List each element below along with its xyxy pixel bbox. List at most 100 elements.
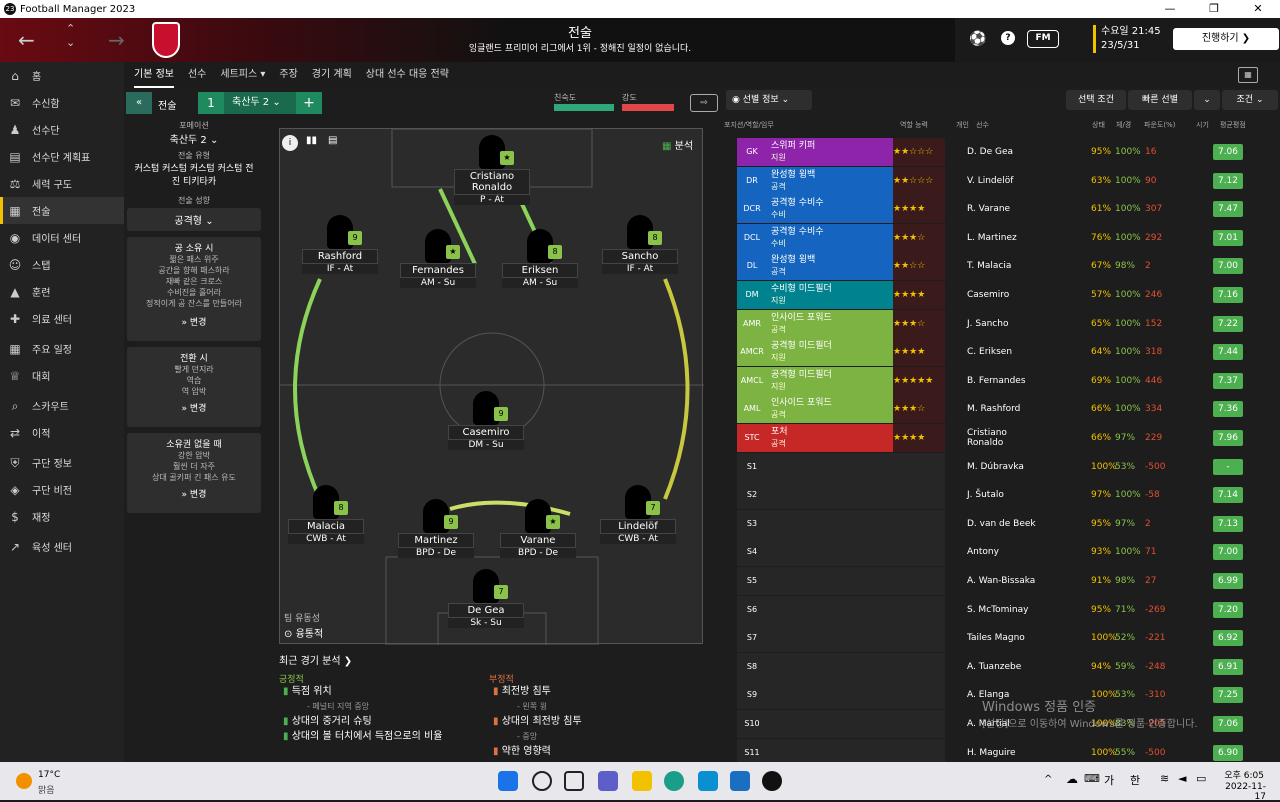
clock-time[interactable]: 오후 6:05 bbox=[1224, 768, 1264, 781]
pitch-player-card[interactable]: 7 Lindelöf CWB - At bbox=[600, 485, 676, 544]
role-cell[interactable] bbox=[767, 538, 893, 567]
edge-icon[interactable] bbox=[664, 771, 684, 791]
table-row[interactable]: S1 M. Dúbravka 100% 53% -500 - bbox=[737, 452, 1275, 481]
sidebar-item-home[interactable]: ⌂ 홈 bbox=[0, 62, 124, 89]
player-name[interactable]: J. Šutalo bbox=[967, 490, 1037, 500]
role-cell[interactable] bbox=[767, 710, 893, 738]
table-row[interactable]: S8 A. Tuanzebe 94% 59% -248 6.91 bbox=[737, 652, 1275, 681]
tab-2[interactable]: 세트피스 ▾ bbox=[220, 62, 265, 88]
player-name[interactable]: J. Sancho bbox=[967, 319, 1037, 329]
onedrive-icon[interactable]: ☁ bbox=[1066, 772, 1078, 786]
out-of-possession-change-button[interactable]: » 변경 bbox=[131, 487, 257, 500]
weather-icon[interactable] bbox=[16, 773, 32, 789]
player-name[interactable]: A. Tuanzebe bbox=[967, 662, 1037, 672]
role-cell[interactable]: 스위퍼 키퍼 지원 bbox=[767, 138, 893, 166]
conditions-dropdown[interactable]: 조건 ⌄ bbox=[1222, 90, 1278, 110]
info-icon[interactable]: i bbox=[282, 135, 298, 151]
column-header[interactable]: 평균평점 bbox=[1220, 120, 1246, 130]
player-name[interactable]: M. Rashford bbox=[967, 404, 1037, 414]
fm23-taskbar-icon[interactable] bbox=[762, 771, 782, 791]
pitch-player-card[interactable]: ★ Cristiano Ronaldo P - At bbox=[454, 135, 530, 205]
column-header[interactable]: 파운도(%) bbox=[1144, 120, 1175, 130]
sidebar-item-tactics[interactable]: ▦ 전술 bbox=[0, 197, 124, 224]
player-name[interactable]: H. Maguire bbox=[967, 748, 1037, 758]
table-row[interactable]: DL 완성형 윙백 공격 ★★☆☆ T. Malacia 67% 98% 2 7.00 bbox=[737, 252, 1275, 281]
table-row[interactable]: DCL 공격형 수비수 수비 ★★★☆ L. Martinez 76% 100% 292 7.0… bbox=[737, 223, 1275, 252]
role-cell[interactable] bbox=[767, 481, 893, 510]
chat-icon[interactable] bbox=[598, 771, 618, 791]
wifi-icon[interactable]: ≋ bbox=[1160, 772, 1169, 785]
fm-menu-button[interactable]: FM bbox=[1027, 30, 1059, 48]
volume-icon[interactable]: ◄ bbox=[1178, 772, 1186, 785]
sidebar-item-club-info[interactable]: ⛨ 구단 정보 bbox=[0, 449, 124, 476]
keyboard-icon[interactable]: ⌨ bbox=[1084, 772, 1100, 785]
role-cell[interactable] bbox=[767, 595, 893, 624]
search-icon[interactable] bbox=[532, 771, 552, 791]
pitch-player-card[interactable]: 7 De Gea Sk - Su bbox=[448, 569, 524, 628]
crest-icon[interactable]: ⚽ bbox=[969, 31, 986, 47]
sidebar-item-medical[interactable]: ✚ 의료 센터 bbox=[0, 305, 124, 332]
player-name[interactable]: L. Martinez bbox=[967, 233, 1037, 243]
player-name[interactable]: S. McTominay bbox=[967, 605, 1037, 615]
role-cell[interactable]: 완성형 윙백 공격 bbox=[767, 252, 893, 281]
table-row[interactable]: AMR 인사이드 포워드 공격 ★★★☆ J. Sancho 65% 100% 152 7.22 bbox=[737, 309, 1275, 338]
column-header[interactable]: 선수 bbox=[976, 120, 989, 130]
in-transition-change-button[interactable]: » 변경 bbox=[131, 401, 257, 414]
player-name[interactable]: D. van de Beek bbox=[967, 519, 1037, 529]
player-name[interactable]: A. Wan-Bissaka bbox=[967, 576, 1037, 586]
tab-5[interactable]: 상대 선수 대응 전략 bbox=[366, 62, 449, 88]
player-name[interactable]: B. Fernandes bbox=[967, 376, 1037, 386]
role-cell[interactable]: 완성형 윙백 공격 bbox=[767, 166, 893, 195]
swap-icon[interactable]: ⇨ bbox=[690, 94, 718, 112]
tab-4[interactable]: 경기 계획 bbox=[312, 62, 352, 88]
sidebar-item-squad[interactable]: ♟ 선수단 bbox=[0, 116, 124, 143]
role-cell[interactable]: 공격형 수비수 수비 bbox=[767, 195, 893, 224]
pitch-player-card[interactable]: 8 Malacia CWB - At bbox=[288, 485, 364, 544]
player-name[interactable]: M. Dúbravka bbox=[967, 462, 1037, 472]
sidebar-item-finance[interactable]: $ 재정 bbox=[0, 503, 124, 530]
table-row[interactable]: DM 수비형 미드필더 지원 ★★★★ Casemiro 57% 100% 246 7.16 bbox=[737, 281, 1275, 309]
tab-3[interactable]: 주장 bbox=[279, 62, 297, 88]
player-name[interactable]: R. Varane bbox=[967, 204, 1037, 214]
column-header[interactable]: 개인 bbox=[956, 120, 969, 130]
weather-temp[interactable]: 17°C bbox=[38, 770, 60, 780]
role-cell[interactable]: 수비형 미드필더 지원 bbox=[767, 281, 893, 309]
sidebar-item-schedule[interactable]: ▦ 주요 일정 bbox=[0, 335, 124, 362]
player-name[interactable]: V. Lindelöf bbox=[967, 176, 1037, 186]
role-cell[interactable]: 인사이드 포워드 공격 bbox=[767, 395, 893, 424]
in-transition-box[interactable]: 전환 시 빨게 던지라 역습 역 압박 » 변경 bbox=[127, 347, 261, 427]
sidebar-item-transfers[interactable]: ⇄ 이적 bbox=[0, 419, 124, 446]
tactic-slot-select[interactable]: 축산두 2 ⌄ bbox=[224, 92, 296, 114]
sidebar-item-staff[interactable]: ☺ 스탭 bbox=[0, 251, 124, 278]
tray-chevron-icon[interactable]: ^ bbox=[1044, 774, 1052, 785]
tab-1[interactable]: 선수 bbox=[188, 62, 206, 88]
sidebar-item-training[interactable]: ▲ 훈련 bbox=[0, 278, 124, 305]
start-icon[interactable] bbox=[498, 771, 518, 791]
mentality-select[interactable]: 공격형 ⌄ bbox=[127, 208, 261, 231]
pitch-player-card[interactable]: ★ Varane BPD - De bbox=[500, 499, 576, 558]
current-date[interactable]: 수요일 21:45 23/5/31 bbox=[1093, 25, 1161, 53]
out-of-possession-box[interactable]: 소유권 없을 때 강한 압박 훨씬 더 자주 상대 골키퍼 긴 패스 유도 » 변경 bbox=[127, 433, 261, 513]
role-cell[interactable] bbox=[767, 509, 893, 538]
pitch-player-card[interactable]: 8 Sancho IF - At bbox=[602, 215, 678, 274]
table-row[interactable]: DCR 공격형 수비수 수비 ★★★★ R. Varane 61% 100% 307 7.47 bbox=[737, 195, 1275, 224]
role-cell[interactable]: 공격형 미드필더 지원 bbox=[767, 366, 893, 395]
column-header[interactable]: 시기 bbox=[1196, 120, 1209, 130]
player-name[interactable]: Antony bbox=[967, 547, 1037, 557]
app-l-icon[interactable] bbox=[698, 771, 718, 791]
selection-info-dropdown[interactable]: ◉ 선별 정보 ⌄ bbox=[726, 90, 812, 110]
up-down-nav-icon[interactable]: ⌃ ⌄ bbox=[66, 22, 75, 50]
tactics-pitch[interactable]: i ▮▮ ▤ ▦ 분석 ★ Cristiano Ronaldo P - At 9 Ras… bbox=[279, 128, 704, 645]
in-possession-change-button[interactable]: » 변경 bbox=[131, 315, 257, 328]
maximize-button[interactable]: ❐ bbox=[1192, 0, 1236, 18]
column-header[interactable]: 역할 능력 bbox=[900, 120, 928, 130]
table-row[interactable]: AMCR 공격형 미드필더 지원 ★★★★ C. Eriksen 64% 100% 318 7.… bbox=[737, 338, 1275, 367]
table-row[interactable]: DR 완성형 윙백 공격 ★★☆☆☆ V. Lindelöf 63% 100% 90 7.12 bbox=[737, 166, 1275, 195]
table-row[interactable]: STC 포처 공격 ★★★★ Cristiano Ronaldo 66% 97% 229 7.9… bbox=[737, 424, 1275, 452]
pitch-player-card[interactable]: 9 Rashford IF - At bbox=[302, 215, 378, 274]
pitch-player-card[interactable]: 8 Eriksen AM - Su bbox=[502, 229, 578, 288]
quick-pick-menu-icon[interactable]: ⌄ bbox=[1194, 90, 1220, 110]
tactic-style[interactable]: 커스텀 커스텀 커스텀 커스텀 전진 티키타카 bbox=[127, 161, 261, 187]
club-crest-logo[interactable] bbox=[152, 22, 180, 58]
forward-arrow-icon[interactable]: → bbox=[108, 28, 125, 52]
